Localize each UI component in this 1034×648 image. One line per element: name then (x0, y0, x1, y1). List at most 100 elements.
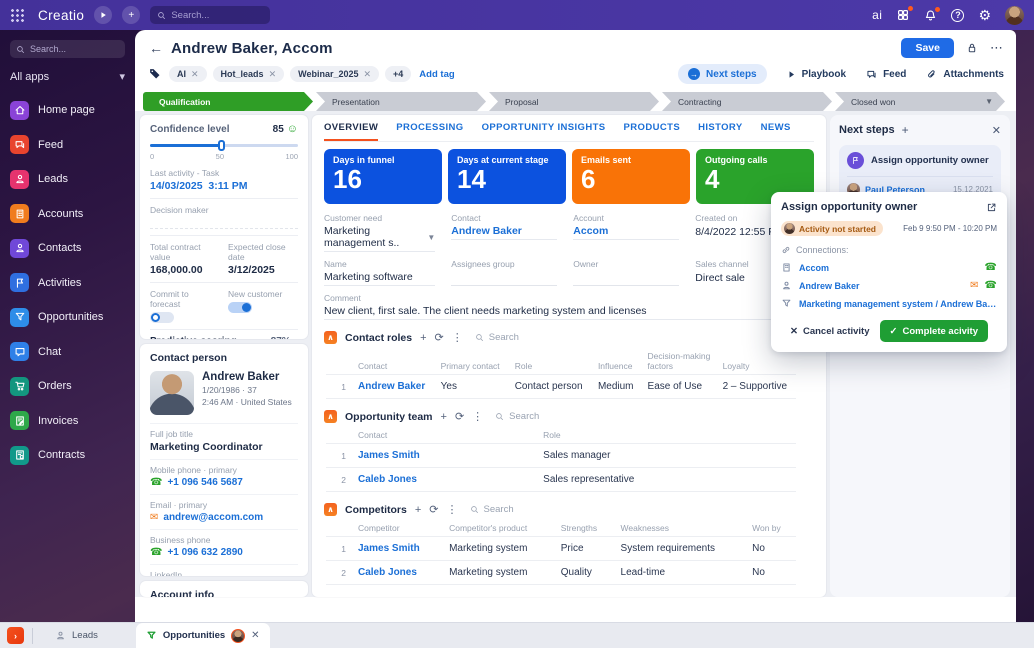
metric-tile-emails-sent[interactable]: Emails sent6 (572, 149, 690, 204)
tab-history[interactable]: HISTORY (698, 115, 743, 141)
kebab-menu-icon[interactable]: ⋮ (447, 503, 458, 516)
sidebar-item-leads[interactable]: Leads (10, 162, 125, 197)
save-button[interactable]: Save (901, 38, 954, 58)
chevron-down-icon[interactable]: ▼ (427, 233, 435, 242)
sidebar-item-chat[interactable]: Chat (10, 335, 125, 370)
field-contact[interactable]: Contact Andrew Baker (451, 213, 557, 252)
close-tab-icon[interactable]: ✕ (251, 630, 259, 641)
phone-icon[interactable]: ☎ (985, 262, 997, 273)
stage-contracting[interactable]: Contracting (662, 92, 832, 111)
section-search[interactable]: Search (495, 411, 539, 422)
refresh-icon[interactable]: ⟳ (429, 503, 438, 516)
record-link[interactable]: James Smith (352, 444, 537, 468)
back-arrow-icon[interactable]: ← (149, 40, 163, 56)
collapse-icon[interactable]: ∧ (324, 503, 337, 516)
new-customer-toggle[interactable] (228, 302, 252, 313)
tab-overview[interactable]: OVERVIEW (324, 115, 378, 141)
last-activity-date-link[interactable]: 14/03/2025 (150, 180, 203, 192)
section-search[interactable]: Search (475, 332, 519, 343)
sidebar-item-home-page[interactable]: Home page (10, 93, 125, 128)
chevron-down-icon[interactable]: ▼ (985, 97, 993, 106)
more-menu-icon[interactable]: ⋯ (990, 40, 1004, 56)
table-row[interactable]: 1Andrew BakerYesContact personMediumEase… (326, 375, 796, 399)
sidebar-item-feed[interactable]: Feed (10, 128, 125, 163)
taskbar-leads-tab[interactable]: Leads (43, 623, 110, 648)
record-link[interactable]: Caleb Jones (352, 468, 537, 492)
connection-opportunity[interactable]: Marketing management system / Andrew Bak… (781, 298, 997, 309)
activity-status-badge[interactable]: Activity not started (781, 221, 883, 236)
slider-thumb[interactable] (218, 140, 225, 151)
remove-tag-icon[interactable]: ✕ (363, 69, 371, 80)
tag-pill[interactable]: Hot_leads✕ (213, 66, 285, 82)
cancel-activity-button[interactable]: ✕Cancel activity (790, 326, 870, 337)
global-search-input[interactable] (171, 10, 256, 21)
ai-assistant-button[interactable]: ai (872, 8, 882, 22)
stage-closed-won[interactable]: Closed won▼ (835, 92, 1005, 111)
close-icon[interactable]: ✕ (992, 124, 1001, 137)
playbook-button[interactable]: Playbook (787, 69, 846, 80)
phone-icon[interactable]: ☎ (985, 280, 997, 291)
sidebar-item-invoices[interactable]: Invoices (10, 404, 125, 439)
field-owner[interactable]: Owner (573, 259, 679, 286)
decision-maker-field[interactable] (150, 217, 298, 229)
contact-link[interactable]: Andrew Baker (451, 225, 522, 237)
table-row[interactable]: 2Caleb JonesMarketing systemQualityLead-… (326, 561, 796, 585)
tag-pill[interactable]: Webinar_2025✕ (290, 66, 379, 82)
column-header[interactable]: Won by (746, 519, 796, 537)
stage-presentation[interactable]: Presentation (316, 92, 486, 111)
job-title-value[interactable]: Marketing Coordinator (150, 441, 298, 453)
stage-proposal[interactable]: Proposal (489, 92, 659, 111)
account-link[interactable]: Accom (573, 225, 608, 237)
settings-gear-icon[interactable]: ⚙ (978, 8, 991, 22)
feed-button[interactable]: Feed (866, 69, 906, 80)
tcv-value[interactable]: 168,000.00 (150, 264, 220, 276)
column-header[interactable]: Weaknesses (615, 519, 747, 537)
tab-opportunity-insights[interactable]: OPPORTUNITY INSIGHTS (482, 115, 606, 141)
next-steps-toggle[interactable]: → Next steps (678, 64, 767, 84)
field-assignees-group[interactable]: Assignees group (451, 259, 557, 286)
sidebar-item-contracts[interactable]: Contracts (10, 438, 125, 473)
tab-products[interactable]: PRODUCTS (624, 115, 681, 141)
record-link[interactable]: James Smith (352, 537, 443, 561)
taskbar-opportunities-tab[interactable]: Opportunities ✕ (136, 623, 270, 648)
creatio-taskbar-icon[interactable]: › (7, 627, 24, 644)
column-header[interactable]: Role (537, 426, 796, 444)
tag-pill[interactable]: AI✕ (169, 66, 207, 82)
kebab-menu-icon[interactable]: ⋮ (452, 331, 463, 344)
add-button[interactable]: + (122, 6, 140, 24)
confidence-slider[interactable] (150, 140, 298, 150)
column-header[interactable]: Competitor (352, 519, 443, 537)
metric-tile-days-in-funnel[interactable]: Days in funnel16 (324, 149, 442, 204)
refresh-icon[interactable]: ⟳ (455, 410, 464, 423)
section-search[interactable]: Search (470, 504, 514, 515)
commit-to-forecast-toggle[interactable] (150, 312, 174, 323)
add-icon[interactable]: + (441, 411, 447, 423)
workspace-selector[interactable]: All apps ▾ (10, 70, 125, 83)
help-icon[interactable]: ? (951, 9, 964, 22)
table-row[interactable]: 1James SmithSales manager (326, 444, 796, 468)
contact-name[interactable]: Andrew Baker (202, 371, 292, 383)
field-account[interactable]: Account Accom (573, 213, 679, 252)
connection-account[interactable]: Accom ☎ (781, 262, 997, 273)
collapse-icon[interactable]: ∧ (324, 331, 337, 344)
contact-photo[interactable] (150, 371, 194, 415)
table-row[interactable]: 2Caleb JonesSales representative (326, 468, 796, 492)
chevron-right-icon[interactable]: › (295, 336, 298, 339)
column-header[interactable]: Strengths (555, 519, 615, 537)
sidebar-item-activities[interactable]: Activities (10, 266, 125, 301)
column-header[interactable]: Role (509, 347, 592, 375)
remove-tag-icon[interactable]: ✕ (269, 69, 277, 80)
column-header[interactable]: Contact (352, 426, 537, 444)
attachments-button[interactable]: Attachments (926, 69, 1004, 80)
open-external-icon[interactable] (986, 202, 997, 213)
field-comment[interactable]: Comment New client, first sale. The clie… (324, 293, 814, 320)
add-icon[interactable]: + (420, 332, 426, 344)
remove-tag-icon[interactable]: ✕ (191, 69, 199, 80)
table-row[interactable]: 1James SmithMarketing systemPriceSystem … (326, 537, 796, 561)
column-header[interactable]: Contact (352, 347, 435, 375)
mobile-phone-link[interactable]: +1 096 546 5687 (167, 477, 242, 488)
refresh-icon[interactable]: ⟳ (435, 331, 444, 344)
add-tag-link[interactable]: Add tag (419, 69, 454, 80)
column-header[interactable]: Influence (592, 347, 642, 375)
complete-activity-button[interactable]: ✓Complete acivity (880, 320, 988, 342)
